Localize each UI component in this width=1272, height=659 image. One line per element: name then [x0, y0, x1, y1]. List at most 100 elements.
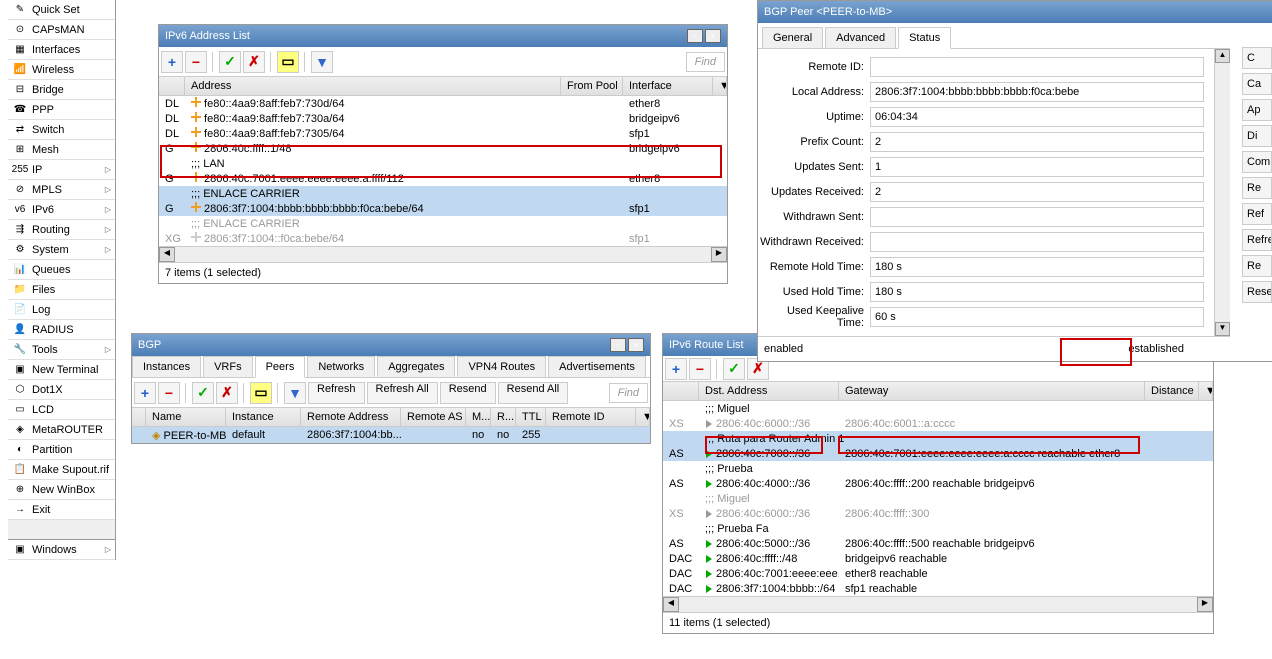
table-row[interactable]: G 2806:3f7:1004:bbbb:bbbb:bbbb:f0ca:bebe…: [159, 201, 727, 216]
side-button[interactable]: Ref: [1242, 203, 1272, 225]
table-row[interactable]: AS 2806:40c:5000::/362806:40c:ffff::500 …: [663, 536, 1213, 551]
tab-aggregates[interactable]: Aggregates: [377, 356, 455, 377]
tab-peers[interactable]: Peers: [255, 356, 306, 378]
form-value[interactable]: 2: [870, 132, 1204, 152]
table-comment[interactable]: ;;; Prueba: [663, 461, 1213, 476]
refresh-button[interactable]: Refresh: [308, 382, 365, 404]
sidebar-item-log[interactable]: 📄Log: [8, 300, 115, 320]
form-value[interactable]: [870, 207, 1204, 227]
tab-general[interactable]: General: [762, 27, 823, 48]
table-comment[interactable]: ;;; ENLACE CARRIER: [159, 216, 727, 231]
add-button[interactable]: +: [161, 51, 183, 73]
disable-button[interactable]: ✗: [243, 51, 265, 73]
remove-button[interactable]: −: [689, 358, 711, 380]
sidebar-item-system[interactable]: ⚙System▷: [8, 240, 115, 260]
scrollbar-h[interactable]: ◀▶: [663, 596, 1213, 612]
col-menu[interactable]: ▼: [1199, 382, 1213, 400]
sidebar-item-switch[interactable]: ⇄Switch: [8, 120, 115, 140]
sidebar-item-wireless[interactable]: 📶Wireless: [8, 60, 115, 80]
form-value[interactable]: 180 s: [870, 282, 1204, 302]
tab-status[interactable]: Status: [898, 27, 951, 49]
scrollbar-h[interactable]: ◀▶: [159, 246, 727, 262]
enable-button[interactable]: ✓: [723, 358, 745, 380]
side-button[interactable]: Ca: [1242, 73, 1272, 95]
table-row[interactable]: G 2806:40c:7001:eeee:eeee:eeee:a:ffff/11…: [159, 171, 727, 186]
resend-button[interactable]: Resend: [440, 382, 496, 404]
side-button[interactable]: Ap: [1242, 99, 1272, 121]
side-button[interactable]: Di: [1242, 125, 1272, 147]
sidebar-item-metarouter[interactable]: ◈MetaROUTER: [8, 420, 115, 440]
col[interactable]: R...: [491, 408, 516, 426]
table-row[interactable]: DAC 2806:40c:7001:eeee:eee...ether8 reac…: [663, 566, 1213, 581]
col[interactable]: Instance: [226, 408, 301, 426]
table-row[interactable]: DL fe80::4aa9:8aff:feb7:730a/64bridgeipv…: [159, 111, 727, 126]
disable-button[interactable]: ✗: [216, 382, 238, 404]
side-button[interactable]: Refre: [1242, 229, 1272, 251]
form-value[interactable]: 180 s: [870, 257, 1204, 277]
table-comment[interactable]: ;;; Ruta para Router Admin 1: [663, 431, 1213, 446]
side-button[interactable]: Com: [1242, 151, 1272, 173]
filter-button[interactable]: ▼: [311, 51, 333, 73]
col-dst[interactable]: Dst. Address: [699, 382, 839, 400]
tab-advanced[interactable]: Advanced: [825, 27, 896, 48]
comment-button[interactable]: ▭: [250, 382, 272, 404]
form-value[interactable]: 60 s: [870, 307, 1204, 327]
col-frompool[interactable]: From Pool: [561, 77, 623, 95]
sidebar-item-partition[interactable]: ◐Partition: [8, 440, 115, 460]
table-comment[interactable]: ;;; Miguel: [663, 401, 1213, 416]
sidebar-item-ppp[interactable]: ☎PPP: [8, 100, 115, 120]
enable-button[interactable]: ✓: [192, 382, 214, 404]
table-row[interactable]: DL fe80::4aa9:8aff:feb7:7305/64sfp1: [159, 126, 727, 141]
table-row[interactable]: XS 2806:40c:6000::/362806:40c:6001::a:cc…: [663, 416, 1213, 431]
sidebar-item-interfaces[interactable]: ▦Interfaces: [8, 40, 115, 60]
remove-button[interactable]: −: [158, 382, 180, 404]
sidebar-item-make-supout.rif[interactable]: 📋Make Supout.rif: [8, 460, 115, 480]
sidebar-item-mpls[interactable]: ⊘MPLS▷: [8, 180, 115, 200]
minimize-button[interactable]: ▫: [610, 338, 626, 352]
col[interactable]: Remote Address: [301, 408, 401, 426]
resend-all-button[interactable]: Resend All: [498, 382, 569, 404]
sidebar-item-files[interactable]: 📁Files: [8, 280, 115, 300]
form-value[interactable]: 1: [870, 157, 1204, 177]
form-value[interactable]: 2: [870, 182, 1204, 202]
enable-button[interactable]: ✓: [219, 51, 241, 73]
find-input[interactable]: Find: [686, 52, 725, 72]
table-row[interactable]: DL fe80::4aa9:8aff:feb7:730d/64ether8: [159, 96, 727, 111]
table-row[interactable]: AS 2806:40c:7000::/362806:40c:7001:eeee:…: [663, 446, 1213, 461]
table-row[interactable]: DAC 2806:40c:ffff::/48bridgeipv6 reachab…: [663, 551, 1213, 566]
tab-vrfs[interactable]: VRFs: [203, 356, 253, 377]
sidebar-item-queues[interactable]: 📊Queues: [8, 260, 115, 280]
sidebar-item-new-terminal[interactable]: ▣New Terminal: [8, 360, 115, 380]
sidebar-item-exit[interactable]: →Exit: [8, 500, 115, 520]
table-comment[interactable]: ;;; Miguel: [663, 491, 1213, 506]
sidebar-item-windows[interactable]: ▣Windows▷: [8, 540, 115, 560]
col-address[interactable]: Address: [185, 77, 561, 95]
filter-button[interactable]: ▼: [284, 382, 306, 404]
col[interactable]: TTL: [516, 408, 546, 426]
table-row[interactable]: DAC 2806:3f7:1004:bbbb::/64sfp1 reachabl…: [663, 581, 1213, 596]
sidebar-item-bridge[interactable]: ⊟Bridge: [8, 80, 115, 100]
titlebar-bgp[interactable]: BGP ▫ ×: [132, 334, 650, 356]
add-button[interactable]: +: [665, 358, 687, 380]
table-comment[interactable]: ;;; LAN: [159, 156, 727, 171]
side-button[interactable]: C: [1242, 47, 1272, 69]
close-button[interactable]: ×: [628, 338, 644, 352]
table-row[interactable]: G 2806:40c:ffff::1/48bridgeipv6: [159, 141, 727, 156]
col[interactable]: Name: [146, 408, 226, 426]
sidebar-item-capsman[interactable]: ⊙CAPsMAN: [8, 20, 115, 40]
scrollbar-v[interactable]: ▲▼: [1214, 49, 1230, 336]
sidebar-item-quick-set[interactable]: ✎Quick Set: [8, 0, 115, 20]
sidebar-item-mesh[interactable]: ⊞Mesh: [8, 140, 115, 160]
form-value[interactable]: 06:04:34: [870, 107, 1204, 127]
form-value[interactable]: [870, 57, 1204, 77]
col[interactable]: M...: [466, 408, 491, 426]
tab-advertisements[interactable]: Advertisements: [548, 356, 646, 377]
table-row[interactable]: XG 2806:3f7:1004::f0ca:bebe/64sfp1: [159, 231, 727, 246]
side-button[interactable]: Re: [1242, 255, 1272, 277]
remove-button[interactable]: −: [185, 51, 207, 73]
side-button[interactable]: Rese: [1242, 281, 1272, 303]
table-comment[interactable]: ;;; ENLACE CARRIER: [159, 186, 727, 201]
sidebar-item-radius[interactable]: 👤RADIUS: [8, 320, 115, 340]
form-value[interactable]: [870, 232, 1204, 252]
side-button[interactable]: Re: [1242, 177, 1272, 199]
